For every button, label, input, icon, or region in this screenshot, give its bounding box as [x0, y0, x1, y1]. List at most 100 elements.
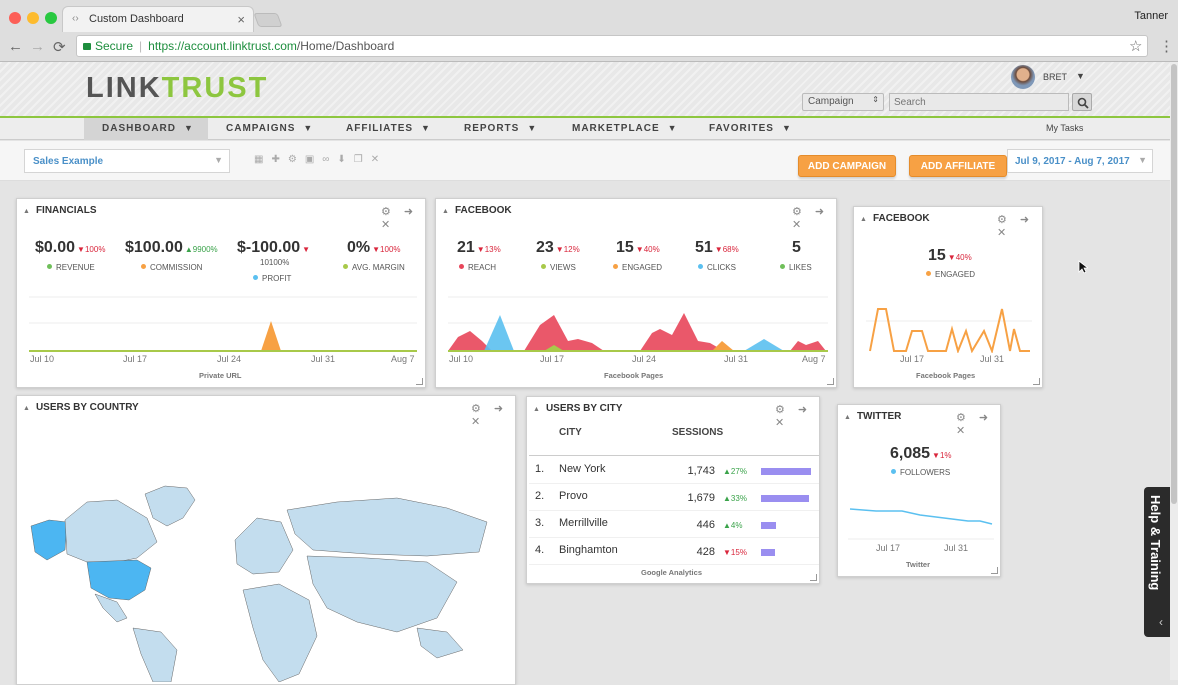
maximize-window-icon[interactable] — [45, 12, 57, 24]
row-divider — [529, 483, 819, 484]
metric-value: $0.00 — [35, 239, 76, 256]
widget-title[interactable]: ▲ TWITTER — [844, 411, 901, 422]
row-divider — [529, 510, 819, 511]
metric-likes: 5 — [792, 239, 801, 257]
resize-handle[interactable] — [1033, 378, 1040, 385]
collapse-triangle-icon[interactable]: ▲ — [23, 208, 30, 215]
metric-change: ▼12% — [555, 245, 580, 254]
avatar[interactable] — [1011, 65, 1035, 89]
widget-title[interactable]: ▲ FACEBOOK — [442, 205, 512, 216]
metric-value: $100.00 — [125, 239, 183, 256]
resize-handle[interactable] — [991, 567, 998, 574]
widget-title[interactable]: ▲ USERS BY CITY — [533, 403, 622, 414]
minimize-window-icon[interactable] — [27, 12, 39, 24]
resize-handle[interactable] — [827, 378, 834, 385]
chevron-down-icon: ▼ — [667, 123, 678, 133]
user-name[interactable]: BRET — [1043, 72, 1067, 82]
campaign-select[interactable]: Campaign ⇕ — [802, 93, 884, 111]
widget-title-text: USERS BY CITY — [545, 403, 623, 414]
add-icon[interactable]: ✚ — [271, 154, 287, 165]
label-profit: PROFIT — [253, 274, 291, 283]
bookmark-star-icon[interactable]: ☆ — [1129, 37, 1142, 55]
nav-favorites[interactable]: FAVORITES ▼ — [709, 118, 792, 140]
metric-change: ▼ — [302, 245, 311, 254]
nav-my-tasks[interactable]: My Tasks — [1046, 118, 1083, 140]
search-input[interactable] — [889, 93, 1069, 111]
add-campaign-button[interactable]: ADD CAMPAIGN — [798, 155, 896, 177]
world-map[interactable] — [17, 422, 515, 682]
map-africa — [242, 583, 318, 682]
widget-controls[interactable]: ⚙ ➜ ✕ — [775, 403, 819, 429]
linktrust-logo[interactable]: LINKTRUST — [86, 72, 268, 105]
back-icon[interactable]: ← — [8, 38, 23, 55]
nav-affiliates[interactable]: AFFILIATES ▼ — [346, 118, 431, 140]
resize-handle[interactable] — [416, 378, 423, 385]
widget-controls[interactable]: ⚙ ➜ ✕ — [956, 411, 1000, 437]
widget-users-by-country: ▲ USERS BY COUNTRY ⚙ ➜ ✕ — [16, 395, 516, 685]
collapse-triangle-icon[interactable]: ▲ — [442, 208, 449, 215]
widget-controls[interactable]: ⚙ ➜ ✕ — [381, 205, 425, 231]
widget-controls[interactable]: ⚙ ➜ ✕ — [997, 213, 1042, 239]
link-icon[interactable]: ∞ — [322, 154, 337, 165]
tab-close-icon[interactable]: × — [237, 12, 245, 27]
city-name: New York — [559, 463, 606, 475]
browser-chrome: ‹› Custom Dashboard × Tanner ← → ⟳ Secur… — [0, 0, 1178, 62]
label-text: ENGAGED — [622, 263, 663, 272]
clicks-area — [484, 315, 514, 351]
nav-marketplace[interactable]: MARKETPLACE ▼ — [572, 118, 678, 140]
download-icon[interactable]: ⬇ — [337, 154, 353, 165]
table-row[interactable]: 4. Binghamton 428 ▼15% — [527, 540, 819, 565]
metric-change-secondary: 10100% — [260, 258, 290, 267]
nav-label: REPORTS — [464, 123, 520, 134]
metric-change: ▼40% — [635, 245, 660, 254]
resize-handle[interactable] — [810, 574, 817, 581]
collapse-triangle-icon[interactable]: ▲ — [23, 405, 30, 412]
page-scrollbar[interactable] — [1170, 62, 1178, 680]
user-menu-chevron-icon[interactable]: ▼ — [1076, 71, 1085, 81]
forward-icon[interactable]: → — [30, 38, 45, 55]
browser-menu-icon[interactable]: ⋮ — [1159, 37, 1174, 55]
metric-value: 23 — [536, 239, 554, 256]
add-affiliate-button[interactable]: ADD AFFILIATE — [909, 155, 1007, 177]
widget-title[interactable]: ▲ FINANCIALS — [23, 205, 97, 216]
date-range-picker[interactable]: Jul 9, 2017 - Aug 7, 2017 ▼ — [1007, 149, 1153, 173]
nav-reports[interactable]: REPORTS ▼ — [464, 118, 537, 140]
column-header-city[interactable]: CITY — [559, 427, 582, 438]
browser-profile-name[interactable]: Tanner — [1134, 10, 1168, 22]
table-row[interactable]: 1. New York 1,743 ▲27% — [527, 459, 819, 484]
label-engaged: ENGAGED — [926, 270, 975, 279]
column-header-sessions[interactable]: SESSIONS — [672, 427, 723, 438]
address-bar[interactable]: Secure | https://account.linktrust.com/Hom… — [76, 35, 1148, 57]
image-icon[interactable]: ▣ — [305, 154, 322, 165]
copy-icon[interactable]: ❐ — [354, 154, 371, 165]
nav-campaigns[interactable]: CAMPAIGNS ▼ — [226, 118, 313, 140]
search-icon — [1077, 97, 1089, 109]
search-button[interactable] — [1072, 93, 1092, 111]
widget-title[interactable]: ▲ FACEBOOK — [860, 213, 930, 224]
collapse-triangle-icon[interactable]: ▲ — [533, 406, 540, 413]
nav-dashboard[interactable]: DASHBOARD ▼ — [84, 118, 208, 140]
table-caption: Google Analytics — [641, 568, 702, 577]
close-window-icon[interactable] — [9, 12, 21, 24]
dashboard-select[interactable]: Sales Example ▼ — [24, 149, 230, 173]
table-row[interactable]: 2. Provo 1,679 ▲33% — [527, 486, 819, 511]
map-usa — [86, 559, 152, 601]
widget-controls[interactable]: ⚙ ➜ ✕ — [792, 205, 836, 231]
scrollbar-thumb[interactable] — [1171, 64, 1177, 504]
gear-icon[interactable]: ⚙ — [288, 154, 305, 165]
axis-tick: Jul 31 — [944, 543, 969, 553]
browser-tab[interactable]: ‹› Custom Dashboard × — [62, 6, 254, 32]
reload-icon[interactable]: ⟳ — [53, 38, 66, 56]
table-row[interactable]: 3. Merrillville 446 ▲4% — [527, 513, 819, 538]
collapse-triangle-icon[interactable]: ▲ — [844, 414, 851, 421]
facebook-chart — [448, 296, 828, 352]
map-southeast-asia — [416, 627, 464, 659]
metric-revenue: $0.00 ▼100% — [35, 239, 105, 257]
grid-icon[interactable]: ▦ — [254, 154, 271, 165]
label-text: FOLLOWERS — [900, 468, 951, 477]
twitter-chart — [848, 508, 994, 540]
new-tab-button[interactable] — [253, 13, 283, 27]
collapse-triangle-icon[interactable]: ▲ — [860, 216, 867, 223]
close-icon[interactable]: ✕ — [371, 154, 387, 165]
widget-title[interactable]: ▲ USERS BY COUNTRY — [23, 402, 139, 413]
